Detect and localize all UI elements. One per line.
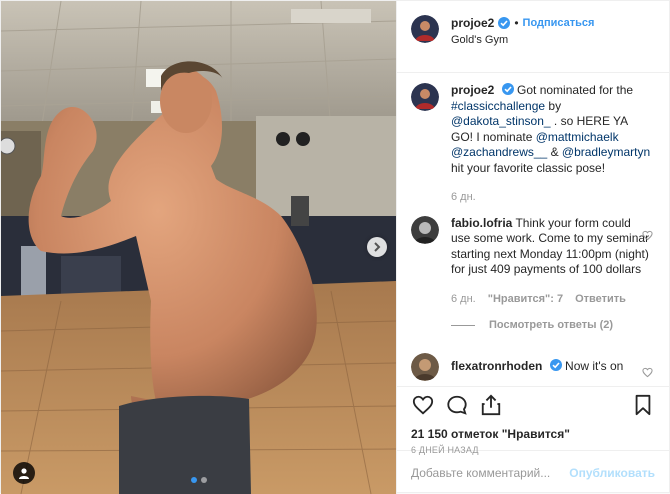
post-username[interactable]: projoe2 xyxy=(451,16,494,30)
like-button[interactable] xyxy=(411,393,435,417)
post-sidebar: projoe2 • Подписаться Gold's Gym projoe2… xyxy=(396,1,669,494)
follow-button[interactable]: Подписаться xyxy=(523,17,595,29)
caption: projoe2 Got nominated for the #classicch… xyxy=(411,83,655,206)
caption-text-part: by xyxy=(545,98,562,113)
comment-like-count[interactable]: "Нравится": 7 xyxy=(488,292,563,308)
posted-time[interactable]: 6 ДНЕЙ НАЗАД xyxy=(411,445,479,455)
carousel-indicators xyxy=(191,477,207,483)
publish-button[interactable]: Опубликовать xyxy=(569,466,655,480)
heart-icon xyxy=(412,395,434,415)
comment-meta: 6 дн. "Нравится": 7 Ответить xyxy=(451,292,651,308)
caption-link[interactable]: @zachandrews__ xyxy=(451,145,547,159)
avatar[interactable] xyxy=(411,83,439,111)
carousel-dot xyxy=(201,477,207,483)
avatar[interactable] xyxy=(411,215,439,244)
comment-username[interactable]: fabio.lofria xyxy=(451,216,512,230)
reply-button[interactable]: Ответить xyxy=(575,292,626,308)
comment-input[interactable]: Добавьте комментарий... xyxy=(411,466,569,480)
post-photo[interactable] xyxy=(1,1,396,494)
tagged-people-button[interactable] xyxy=(13,462,35,484)
carousel-next-button[interactable] xyxy=(367,237,387,257)
caption-link[interactable]: @mattmichaelk xyxy=(536,130,619,144)
person-tag-icon xyxy=(19,468,29,479)
add-comment-form: Добавьте комментарий... Опубликовать xyxy=(397,450,669,494)
share-button[interactable] xyxy=(479,393,503,417)
comment-time[interactable]: 6 дн. xyxy=(451,292,476,308)
heart-icon xyxy=(642,230,653,240)
verified-badge-icon xyxy=(498,17,511,29)
speech-bubble-icon xyxy=(447,395,467,415)
post-actions: 21 150 отметок "Нравится" 6 ДНЕЙ НАЗАД xyxy=(397,386,669,455)
comment-item: flexatronrhoden Now it's on xyxy=(411,353,655,381)
comment-button[interactable] xyxy=(445,393,469,417)
view-replies-button[interactable]: Посмотреть ответы (2) xyxy=(451,319,655,331)
separator-dot: • xyxy=(514,16,519,30)
post-header: projoe2 • Подписаться Gold's Gym xyxy=(397,1,669,73)
verified-badge-icon xyxy=(549,359,562,371)
share-arrow-icon xyxy=(481,394,501,416)
comment-like-button[interactable] xyxy=(642,367,653,381)
heart-icon xyxy=(642,367,653,378)
avatar-image xyxy=(411,83,439,111)
save-button[interactable] xyxy=(631,393,655,417)
caption-text-part: Got nominated for the xyxy=(517,83,634,97)
avatar-image xyxy=(411,215,439,244)
comment-like-button[interactable] xyxy=(642,230,653,244)
caption-text-part: hit your favorite classic pose! xyxy=(451,160,606,175)
comment-text: Now it's on xyxy=(565,359,624,373)
comments-list[interactable]: projoe2 Got nominated for the #classicch… xyxy=(397,73,669,386)
avatar[interactable] xyxy=(411,353,439,381)
caption-text-part: & xyxy=(547,145,562,159)
caption-link[interactable]: @dakota_stinson_ xyxy=(451,114,551,128)
replies-divider xyxy=(451,324,475,326)
post-location[interactable]: Gold's Gym xyxy=(451,34,594,46)
carousel-dot xyxy=(191,477,197,483)
verified-badge-icon xyxy=(501,83,514,95)
caption-link[interactable]: #classicchallenge xyxy=(451,99,545,113)
caption-meta: 6 дн. xyxy=(451,190,651,206)
avatar-image xyxy=(411,353,439,381)
comment-item: fabio.lofria Think your form could use s… xyxy=(411,215,655,308)
comment-username[interactable]: flexatronrhoden xyxy=(451,359,542,373)
caption-time[interactable]: 6 дн. xyxy=(451,190,476,206)
likes-count[interactable]: 21 150 отметок "Нравится" xyxy=(411,427,655,441)
bookmark-icon xyxy=(635,394,651,416)
avatar[interactable] xyxy=(411,15,439,43)
view-replies-label: Посмотреть ответы (2) xyxy=(489,319,614,331)
caption-link[interactable]: @bradleymartyn xyxy=(562,145,650,159)
post-card: projoe2 • Подписаться Gold's Gym projoe2… xyxy=(0,0,670,494)
chevron-right-icon xyxy=(374,242,381,252)
caption-body: projoe2 Got nominated for the #classicch… xyxy=(451,83,651,206)
caption-username[interactable]: projoe2 xyxy=(451,83,494,97)
comment-body: flexatronrhoden Now it's on xyxy=(451,353,651,381)
gym-photo xyxy=(1,1,396,494)
comment-body: fabio.lofria Think your form could use s… xyxy=(451,216,651,308)
avatar-image xyxy=(411,15,439,43)
